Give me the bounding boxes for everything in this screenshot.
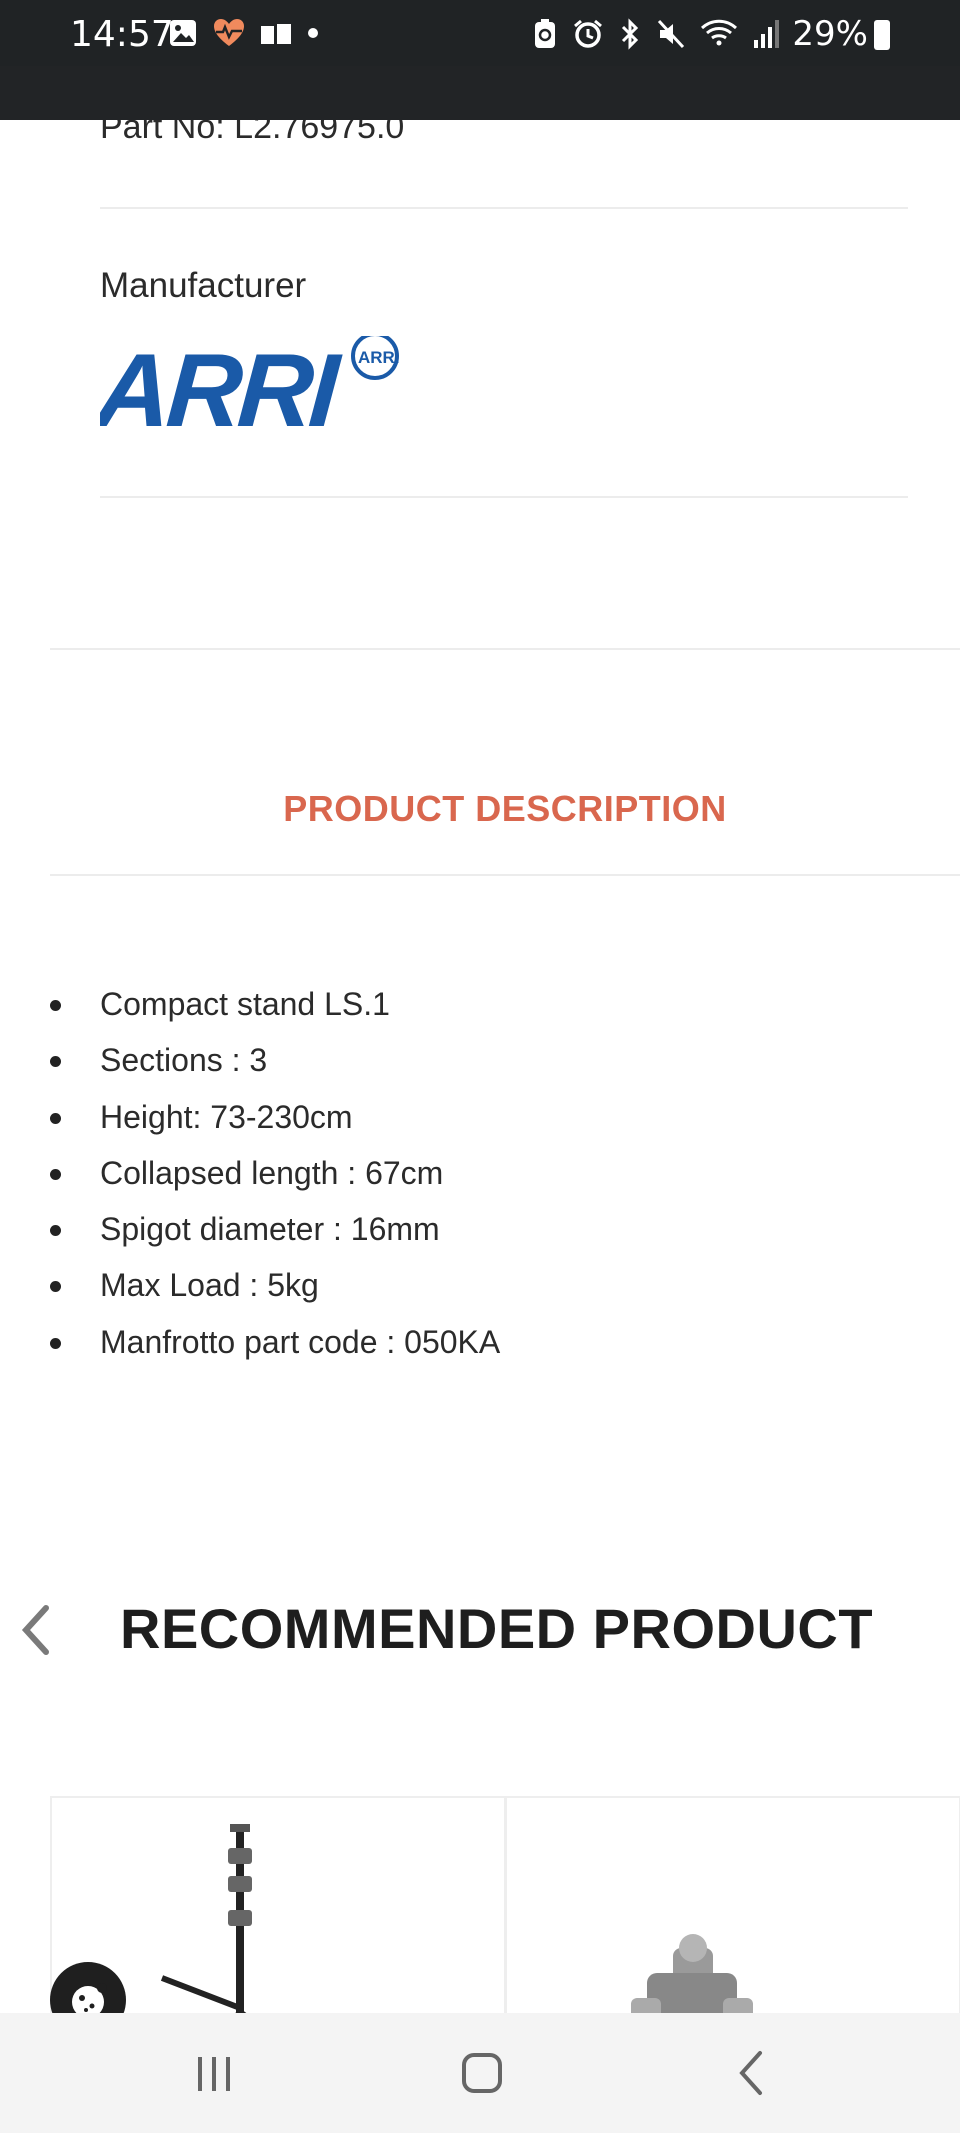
svg-text:ARRI: ARRI xyxy=(100,336,344,432)
list-item: Spigot diameter : 16mm xyxy=(49,1201,500,1257)
divider xyxy=(50,648,960,650)
back-icon[interactable] xyxy=(722,2043,782,2103)
alarm-icon xyxy=(574,19,602,48)
divider xyxy=(100,496,908,498)
svg-text:ARRI: ARRI xyxy=(358,348,400,367)
product-description-tab[interactable]: PRODUCT DESCRIPTION xyxy=(0,788,960,830)
bluetooth-icon xyxy=(621,18,639,50)
wifi-icon xyxy=(700,19,738,46)
list-item: Manfrotto part code : 050KA xyxy=(49,1314,500,1370)
battery-saver-icon xyxy=(535,19,555,48)
health-icon xyxy=(214,19,244,46)
battery-percent: 29% xyxy=(792,14,868,54)
divider xyxy=(50,874,960,876)
spec-list: Compact stand LS.1 Sections : 3 Height: … xyxy=(0,976,500,1370)
divider xyxy=(100,207,908,209)
chevron-left-icon[interactable] xyxy=(16,1600,56,1660)
recommended-title: RECOMMENDED PRODUCT xyxy=(120,1597,874,1660)
sim-icon xyxy=(261,24,291,44)
dot-icon xyxy=(308,28,318,38)
list-item: Sections : 3 xyxy=(49,1032,500,1088)
recent-apps-icon[interactable] xyxy=(184,2043,244,2103)
status-bar: 14:57 29% xyxy=(0,0,960,66)
list-item: Compact stand LS.1 xyxy=(49,976,500,1032)
list-item: Max Load : 5kg xyxy=(49,1257,500,1313)
gallery-icon xyxy=(170,20,196,46)
home-icon[interactable] xyxy=(452,2043,512,2103)
list-item: Height: 73-230cm xyxy=(49,1089,500,1145)
signal-icon xyxy=(754,20,779,48)
system-nav-bar xyxy=(0,2013,960,2133)
clock: 14:57 xyxy=(70,14,174,55)
manufacturer-label: Manufacturer xyxy=(100,266,307,305)
mute-icon xyxy=(657,19,685,49)
site-header xyxy=(0,66,960,120)
arri-logo[interactable]: ARRI ARRI xyxy=(100,336,402,432)
battery-icon xyxy=(874,20,890,50)
list-item: Collapsed length : 67cm xyxy=(49,1145,500,1201)
